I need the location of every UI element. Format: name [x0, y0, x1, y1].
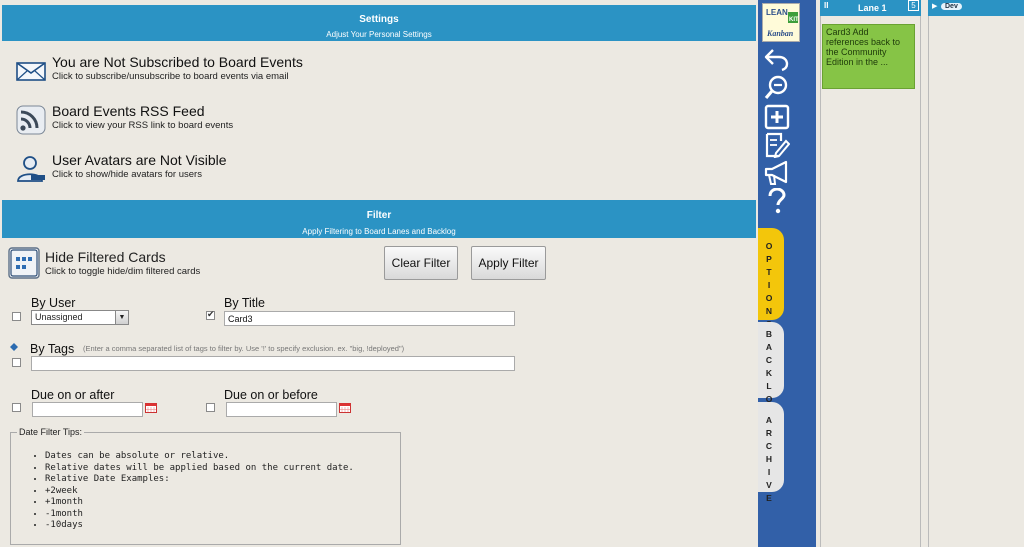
leankit-logo: LEAN KIT Kanban: [762, 3, 800, 42]
card-3[interactable]: Card3 Add references back to the Communi…: [822, 24, 915, 89]
tip-item: Relative dates will be applied based on …: [45, 463, 354, 475]
tips-list: Dates can be absolute or relative. Relat…: [45, 451, 354, 532]
tip-item: Dates can be absolute or relative.: [45, 451, 354, 463]
rss-icon: [16, 105, 46, 135]
apply-filter-button[interactable]: Apply Filter: [471, 246, 546, 280]
settings-header: Settings Adjust Your Personal Settings: [2, 5, 756, 41]
lane-1-header[interactable]: II Lane 1 5: [820, 0, 921, 16]
due-after-label: Due on or after: [31, 388, 115, 402]
by-user-select[interactable]: Unassigned ▼: [31, 310, 129, 325]
rss-desc: Click to view your RSS link to board eve…: [52, 120, 234, 131]
tab-archive-label: ARCHIVE: [765, 415, 773, 503]
options-panel: Settings Adjust Your Personal Settings Y…: [0, 0, 758, 547]
filter-header: Filter Apply Filtering to Board Lanes an…: [2, 200, 756, 238]
by-tags-label: By Tags: [30, 342, 75, 356]
tip-item: +1month: [45, 497, 354, 509]
rss-title: Board Events RSS Feed: [52, 103, 205, 119]
tab-options-label: OPTIONS: [765, 241, 773, 329]
grid-icon: [8, 247, 40, 279]
tip-item: Relative Date Examples:: [45, 474, 354, 486]
lane-1-wip-count: 5: [908, 0, 919, 11]
tips-legend: Date Filter Tips:: [17, 427, 85, 437]
subscribe-title: You are Not Subscribed to Board Events: [52, 54, 303, 70]
dev-lane-body: [928, 16, 1024, 547]
avatars-desc: Click to show/hide avatars for users: [52, 169, 202, 180]
tab-backlog[interactable]: BACKLOG: [758, 322, 784, 417]
avatars-option[interactable]: User Avatars are Not Visible Click to sh…: [14, 152, 274, 188]
due-after-input[interactable]: [32, 402, 143, 417]
by-user-label: By User: [31, 296, 76, 310]
by-title-input[interactable]: [224, 311, 515, 326]
announce-icon[interactable]: [764, 160, 790, 186]
subscribe-events-option[interactable]: You are Not Subscribed to Board Events C…: [14, 54, 344, 90]
calendar-icon[interactable]: [145, 403, 157, 413]
by-user-checkbox[interactable]: [12, 312, 21, 321]
settings-subtitle: Adjust Your Personal Settings: [326, 30, 432, 39]
settings-title: Settings: [359, 14, 399, 25]
tip-item: +2week: [45, 486, 354, 498]
lane-1-title: Lane 1: [858, 3, 887, 13]
tag-indicator-icon: [10, 343, 18, 351]
avatars-title: User Avatars are Not Visible: [52, 152, 227, 168]
logo-text: KIT: [789, 17, 799, 23]
dev-lane-title: Dev: [941, 3, 962, 10]
edit-icon[interactable]: [764, 132, 790, 158]
by-title-label: By Title: [224, 296, 265, 310]
logo-text: LEAN: [766, 8, 788, 17]
by-tags-checkbox[interactable]: [12, 358, 21, 367]
undo-icon[interactable]: [764, 46, 790, 72]
date-filter-tips: Date Filter Tips: Dates can be absolute …: [10, 427, 401, 545]
lane-1-body: [820, 16, 921, 547]
hide-filtered-title: Hide Filtered Cards: [45, 249, 166, 265]
tip-item: -1month: [45, 509, 354, 521]
by-user-value: Unassigned: [35, 312, 83, 322]
filter-subtitle: Apply Filtering to Board Lanes and Backl…: [302, 227, 456, 236]
by-tags-hint: (Enter a comma separated list of tags to…: [83, 344, 405, 353]
envelope-icon: [16, 62, 46, 81]
dropdown-arrow-icon[interactable]: ▼: [115, 311, 128, 324]
filter-title: Filter: [366, 210, 392, 221]
hide-filtered-cards-option[interactable]: Hide Filtered Cards Click to toggle hide…: [8, 246, 308, 280]
due-before-input[interactable]: [226, 402, 337, 417]
due-before-label: Due on or before: [224, 388, 318, 402]
by-title-checkbox[interactable]: [206, 309, 215, 320]
tip-item: -10days: [45, 520, 354, 532]
pause-icon[interactable]: II: [824, 1, 828, 10]
due-after-checkbox[interactable]: [12, 403, 21, 412]
tab-options[interactable]: OPTIONS: [758, 228, 784, 329]
due-before-checkbox[interactable]: [206, 403, 215, 412]
clear-filter-button[interactable]: Clear Filter: [384, 246, 458, 280]
calendar-icon[interactable]: [339, 403, 351, 413]
tab-archive[interactable]: ARCHIVE: [758, 402, 784, 503]
user-icon: [17, 156, 45, 182]
add-card-icon[interactable]: [764, 104, 790, 130]
by-tags-input[interactable]: [31, 356, 515, 371]
hide-filtered-desc: Click to toggle hide/dim filtered cards: [45, 266, 201, 277]
subscribe-desc: Click to subscribe/unsubscribe to board …: [52, 71, 289, 82]
dev-lane-header[interactable]: ▶ Dev: [928, 0, 1024, 16]
zoom-icon[interactable]: [764, 74, 790, 100]
logo-text: Kanban: [766, 29, 794, 38]
help-icon[interactable]: [764, 188, 790, 214]
expand-arrow-icon[interactable]: ▶: [932, 2, 937, 10]
rss-feed-option[interactable]: Board Events RSS Feed Click to view your…: [14, 103, 274, 139]
